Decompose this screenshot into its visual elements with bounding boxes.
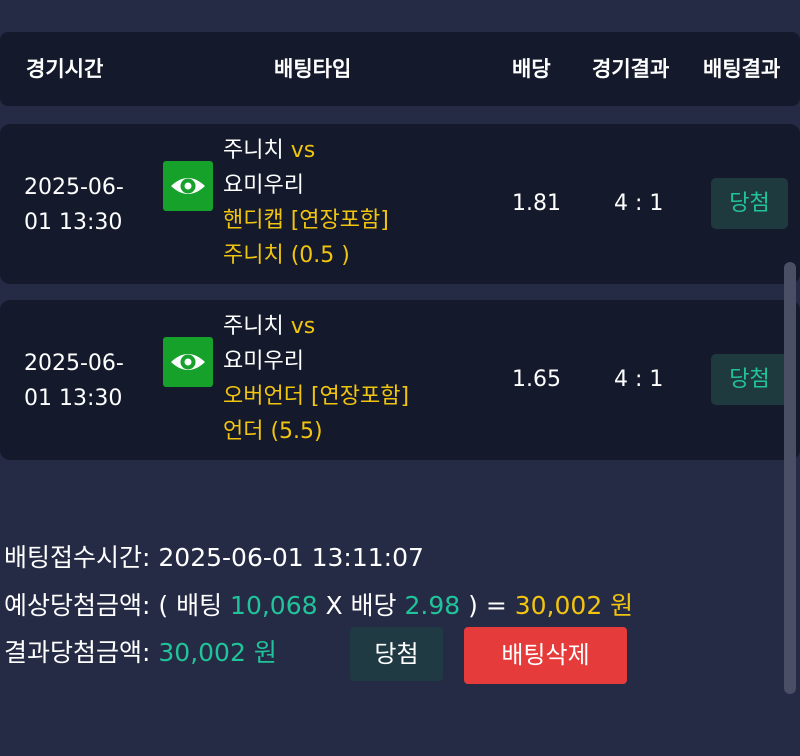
game-clock: 01 13:30	[24, 386, 123, 411]
away-team: 요미우리	[223, 173, 304, 198]
result-label: 결과당첨금액:	[4, 638, 151, 667]
eye-icon[interactable]	[163, 337, 213, 387]
result-win-line: 결과당첨금액: 30,002 원	[4, 636, 277, 670]
delete-bet-button[interactable]: 배팅삭제	[464, 627, 627, 684]
market-type: 오버언더 [연장포함]	[223, 384, 410, 409]
expected-open: ( 배팅	[158, 591, 223, 620]
win-button[interactable]: 당첨	[350, 627, 443, 681]
header-bet-result: 배팅결과	[703, 57, 781, 81]
odds-value: 1.81	[512, 191, 561, 216]
pick: 언더 (5.5)	[223, 419, 323, 444]
game-time: 2025-06- 01 13:30	[24, 170, 144, 240]
result-amount: 30,002 원	[158, 638, 277, 667]
game-clock: 01 13:30	[24, 210, 123, 235]
bet-details: 주니치 vs 요미우리 오버언더 [연장포함] 언더 (5.5)	[223, 309, 409, 449]
home-team: 주니치	[223, 314, 284, 339]
vs-label: vs	[290, 138, 316, 163]
bet-row: 2025-06- 01 13:30 주니치 vs 요미우리 오버언더 [연장포함…	[0, 300, 800, 460]
game-time: 2025-06- 01 13:30	[24, 346, 144, 416]
game-date: 2025-06-	[24, 175, 124, 200]
pick: 주니치 (0.5 )	[223, 243, 350, 268]
header-game-time: 경기시간	[26, 57, 104, 81]
result-badge: 당첨	[711, 178, 788, 229]
expected-win-line: 예상당첨금액: ( 배팅 10,068 X 배당 2.98 ) = 30,002…	[4, 589, 633, 623]
away-team: 요미우리	[223, 349, 304, 374]
vs-label: vs	[290, 314, 316, 339]
home-team: 주니치	[223, 138, 284, 163]
expected-close: ) =	[468, 591, 507, 620]
bet-details: 주니치 vs 요미우리 핸디캡 [연장포함] 주니치 (0.5 )	[223, 133, 389, 273]
received-value: 2025-06-01 13:11:07	[158, 543, 424, 572]
received-label: 배팅접수시간:	[4, 543, 151, 572]
bet-row: 2025-06- 01 13:30 주니치 vs 요미우리 핸디캡 [연장포함]…	[0, 124, 800, 284]
game-score: 4 : 1	[614, 191, 664, 216]
scrollbar[interactable]	[784, 262, 796, 694]
table-header: 경기시간 배팅타입 배당 경기결과 배팅결과	[0, 32, 800, 106]
eye-icon[interactable]	[163, 161, 213, 211]
game-score: 4 : 1	[614, 367, 664, 392]
expected-amount: 30,002 원	[514, 591, 634, 620]
header-game-result: 경기결과	[592, 57, 670, 81]
header-bet-type: 배팅타입	[274, 57, 352, 81]
header-odds: 배당	[512, 57, 551, 81]
expected-label: 예상당첨금액:	[4, 591, 151, 620]
bet-amount: 10,068	[230, 591, 318, 620]
total-odds: 2.98	[404, 591, 461, 620]
game-date: 2025-06-	[24, 351, 124, 376]
x-odds-label: X 배당	[325, 591, 397, 620]
market-type: 핸디캡 [연장포함]	[223, 208, 389, 233]
result-badge: 당첨	[711, 354, 788, 405]
received-time-line: 배팅접수시간: 2025-06-01 13:11:07	[4, 541, 424, 575]
odds-value: 1.65	[512, 367, 561, 392]
